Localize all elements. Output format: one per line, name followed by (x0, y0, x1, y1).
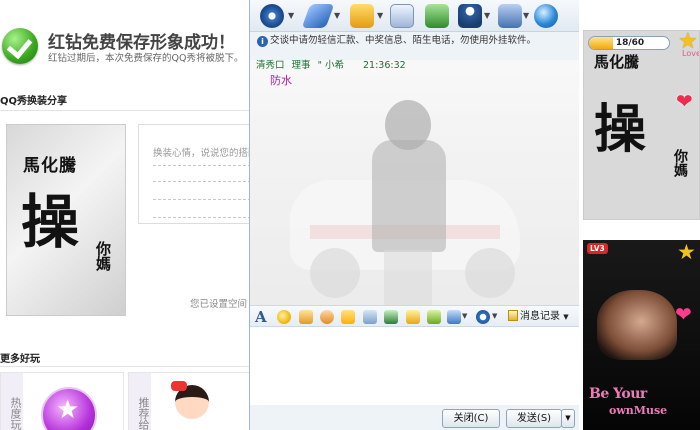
fun-card-hot[interactable]: 热度玩 (0, 372, 124, 430)
heart-icon: ❤ (675, 302, 692, 326)
close-button[interactable]: 关闭(C) (442, 409, 500, 428)
chevron-down-icon: ▼ (563, 313, 569, 321)
qq-show-preview[interactable]: 馬化騰 操 你媽 (6, 124, 126, 316)
success-check-icon (2, 28, 38, 64)
app-icon[interactable] (425, 4, 449, 28)
scribble-icon[interactable] (363, 310, 377, 324)
section-divider (0, 110, 250, 111)
calligraphy-top: 馬化騰 (23, 156, 77, 176)
sender-group: 清秀口 (256, 60, 285, 71)
shake-icon[interactable] (320, 310, 334, 324)
poster-text-line2: ownMuse (609, 404, 668, 417)
chevron-down-icon[interactable]: ▼ (462, 312, 467, 320)
dashed-line (153, 181, 250, 182)
chevron-down-icon[interactable]: ▼ (523, 11, 529, 20)
dashed-line (153, 217, 250, 218)
fun-card-tag: 推荐给 (129, 373, 151, 430)
calligraphy-main: 操 (594, 99, 647, 160)
poster-text-line1: Be Your (589, 386, 647, 402)
notice-text: 交谈中请勿轻信汇款、中奖信息、陌生电话，勿使用外挂软件。 (270, 35, 537, 46)
history-icon (508, 310, 518, 321)
background-fade (250, 60, 579, 305)
settings-icon[interactable] (498, 4, 522, 28)
message-time: 21:36:32 (363, 60, 406, 71)
dashed-line (153, 165, 250, 166)
music-icon[interactable] (406, 310, 420, 324)
level-progress-bar: 18/60 (588, 36, 670, 50)
button-bar: 关闭(C) 发送(S) ▼ (250, 405, 579, 430)
calligraphy-top: 馬化騰 (594, 53, 640, 71)
my-qq-show[interactable]: 馬化騰 操 你媽 18/60 ★ Love ❤ (583, 30, 700, 220)
message-header: 清秀口 理事 " 小希 21:36:32 (256, 57, 410, 71)
camera-icon[interactable] (260, 4, 284, 28)
send-options-button[interactable]: ▼ (561, 409, 575, 428)
thumbs-up-icon[interactable] (341, 310, 355, 324)
level-text: 18/60 (615, 38, 645, 48)
mood-textarea[interactable]: 换装心情，说说您的搭配 (138, 124, 250, 224)
fun-card-tag: 热度玩 (1, 373, 23, 430)
chat-toolbar: ▼ ▼ ▼ ▼ ▼ (250, 0, 579, 32)
bow-icon (171, 381, 187, 391)
dashed-line (153, 199, 250, 200)
fun-card-recommend[interactable]: 推荐给 (128, 372, 250, 430)
microphone-icon[interactable] (301, 4, 335, 28)
input-toolbar: A ▼ ▼ 消息记录 ▼ (250, 305, 579, 327)
chat-background-photo (250, 60, 579, 305)
emoji-icon[interactable] (277, 310, 291, 324)
chevron-down-icon[interactable]: ▼ (484, 11, 490, 20)
web-page-panel: 红钻免费保存形象成功！ 红钻过期后，本次免费保存的QQ秀将被脱下。 QQ秀换装分… (0, 0, 250, 430)
chevron-down-icon[interactable]: ▼ (492, 312, 497, 320)
globe-icon[interactable] (534, 4, 558, 28)
mood-placeholder: 换装心情，说说您的搭配 (153, 148, 250, 159)
sender-role: 理事 (291, 60, 311, 71)
chevron-down-icon[interactable]: ▼ (334, 11, 340, 20)
qq-chat-window: ▼ ▼ ▼ ▼ ▼ i 交谈中请勿轻信汇款、中奖信息、陌生电话，勿使用外挂软件。 … (249, 0, 579, 430)
star-icon: ★ (677, 240, 696, 264)
calligraphy-bottom: 你媽 (672, 149, 688, 177)
calligraphy-bottom: 你媽 (94, 241, 112, 271)
chevron-down-icon[interactable]: ▼ (288, 11, 294, 20)
share-section-title: QQ秀换装分享 (0, 96, 68, 107)
message-history-button[interactable]: 消息记录 ▼ (504, 307, 573, 326)
more-fun-title: 更多好玩 (0, 354, 40, 365)
gift-icon[interactable] (427, 310, 441, 324)
history-label: 消息记录 (520, 311, 560, 322)
space-setting-text: 您已设置空间 (190, 299, 248, 310)
success-banner: 红钻免费保存形象成功！ 红钻过期后，本次免费保存的QQ秀将被脱下。 (0, 24, 250, 68)
sender-name[interactable]: " 小希 (318, 60, 344, 71)
success-subtitle: 红钻过期后，本次免费保存的QQ秀将被脱下。 (48, 53, 244, 64)
portrait-image (597, 290, 677, 360)
section-divider (0, 366, 250, 367)
font-icon[interactable]: A (255, 308, 269, 326)
user-icon[interactable] (458, 4, 482, 28)
message-body: 防水 (270, 74, 292, 87)
refresh-icon[interactable] (476, 310, 490, 324)
calligraphy-main: 操 (21, 188, 80, 256)
qq-show-panel: 馬化騰 操 你媽 18/60 ★ Love ❤ LV3 ★ ❤ Be Your … (580, 0, 700, 430)
screenshot-icon[interactable] (447, 310, 461, 324)
security-notice: i 交谈中请勿轻信汇款、中奖信息、陌生电话，勿使用外挂软件。 (250, 32, 579, 50)
chevron-down-icon[interactable]: ▼ (377, 11, 383, 20)
magic-face-icon[interactable] (299, 310, 313, 324)
vip-level-badge: LV3 (587, 243, 608, 254)
love-label: Love (682, 49, 700, 58)
heart-icon: ❤ (676, 89, 693, 113)
folder-icon[interactable] (350, 4, 374, 28)
image-icon[interactable] (384, 310, 398, 324)
star-circle-icon (41, 387, 97, 430)
document-icon[interactable] (390, 4, 414, 28)
friend-qq-show[interactable]: LV3 ★ ❤ Be Your ownMuse (583, 240, 700, 430)
message-input[interactable] (250, 327, 579, 405)
info-icon: i (257, 36, 268, 47)
send-button[interactable]: 发送(S) (506, 409, 562, 428)
